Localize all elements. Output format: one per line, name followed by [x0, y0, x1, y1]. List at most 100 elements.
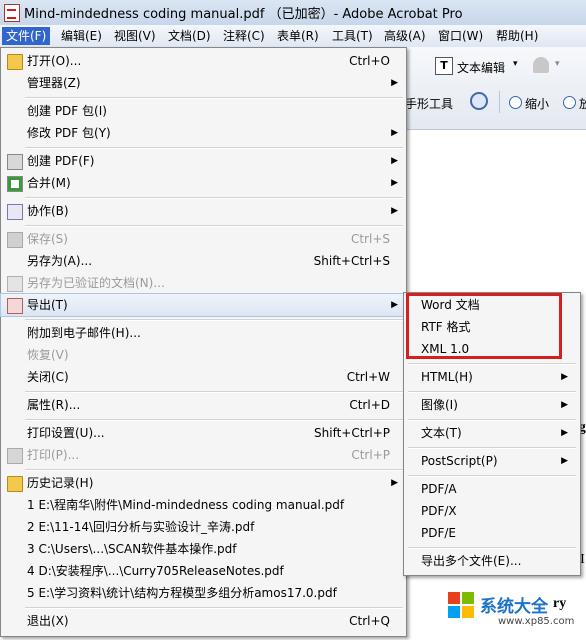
submenu-arrow-icon: ▶ — [561, 456, 568, 466]
submenu-arrow-icon: ▶ — [391, 206, 398, 216]
menu-item-label: 5 E:\学习资料\统计\结构方程模型多组分析amos17.0.pdf — [27, 586, 337, 600]
menu-item-label: 附加到电子邮件(H)... — [27, 326, 141, 340]
menu-item-label: PDF/E — [421, 526, 457, 540]
print-icon — [7, 448, 23, 464]
menu-separator — [408, 391, 576, 393]
chevron-down-icon[interactable]: ▾ — [555, 59, 560, 69]
text-edit-icon[interactable]: T — [435, 57, 453, 75]
menu-item-label: 协作(B) — [27, 204, 69, 218]
submenu-arrow-icon: ▶ — [561, 428, 568, 438]
menu-item-label: 文本(T) — [421, 426, 462, 440]
shortcut-label: Ctrl+P — [351, 448, 390, 462]
menu-item-label: 退出(X) — [27, 614, 69, 628]
menu-item-close[interactable]: 关闭(C) Ctrl+W — [1, 366, 406, 388]
menu-item-create-pdf-package[interactable]: 创建 PDF 包(I) — [1, 100, 406, 122]
highlight-annotation-box — [406, 293, 562, 359]
recent-file-item[interactable]: 3 C:\Users\...\SCAN软件基本操作.pdf — [1, 538, 406, 560]
menu-item-label: 打印(P)... — [27, 448, 80, 462]
shortcut-label: Ctrl+O — [349, 54, 390, 68]
export-pdfa[interactable]: PDF/A — [404, 478, 580, 500]
menu-separator — [25, 197, 403, 199]
menu-separator — [408, 547, 576, 549]
menu-separator — [408, 475, 576, 477]
collaborate-icon — [7, 204, 23, 220]
menu-item-label: 导出多个文件(E)... — [421, 554, 522, 568]
menu-item-export[interactable]: 导出(T) ▶ — [0, 293, 407, 317]
menu-item-history[interactable]: 历史记录(H) ▶ — [1, 472, 406, 494]
menu-item-label: 4 D:\安装程序\...\Curry705ReleaseNotes.pdf — [27, 564, 284, 578]
menu-view[interactable]: 视图(V) — [110, 27, 160, 45]
recent-file-item[interactable]: 4 D:\安装程序\...\Curry705ReleaseNotes.pdf — [1, 560, 406, 582]
menu-item-combine[interactable]: 合并(M) ▶ — [1, 172, 406, 194]
zoom-in-button[interactable]: 放 — [579, 95, 586, 112]
menu-item-print[interactable]: 打印(P)... Ctrl+P — [1, 444, 406, 466]
recent-file-item[interactable]: 5 E:\学习资料\统计\结构方程模型多组分析amos17.0.pdf — [1, 582, 406, 604]
menu-item-save-as[interactable]: 另存为(A)... Shift+Ctrl+S — [1, 250, 406, 272]
menu-item-label: 管理器(Z) — [27, 76, 81, 90]
menu-item-label: 属性(R)... — [27, 398, 81, 412]
menu-item-save-as-certified[interactable]: 另存为已验证的文档(N)... — [1, 272, 406, 294]
menu-item-open[interactable]: 打开(O)... Ctrl+O — [1, 50, 406, 72]
menu-edit[interactable]: 编辑(E) — [57, 27, 106, 45]
menu-item-save[interactable]: 保存(S) Ctrl+S — [1, 228, 406, 250]
menu-item-label: 创建 PDF(F) — [27, 154, 95, 168]
menu-item-label: PDF/A — [421, 482, 457, 496]
menu-item-label: 另存为已验证的文档(N)... — [27, 276, 165, 290]
menu-comments[interactable]: 注释(C) — [219, 27, 269, 45]
menu-separator — [25, 225, 403, 227]
menu-item-collaborate[interactable]: 协作(B) ▶ — [1, 200, 406, 222]
submenu-arrow-icon: ▶ — [391, 178, 398, 188]
zoom-in-icon[interactable] — [563, 96, 576, 109]
menu-item-create-pdf[interactable]: 创建 PDF(F) ▶ — [1, 150, 406, 172]
export-html[interactable]: HTML(H) ▶ — [404, 366, 580, 388]
menu-item-modify-pdf-package[interactable]: 修改 PDF 包(Y) ▶ — [1, 122, 406, 144]
chevron-down-icon[interactable]: ▾ — [513, 59, 518, 69]
menu-item-label: PDF/X — [421, 504, 457, 518]
zoom-out-icon[interactable] — [509, 96, 522, 109]
certified-icon — [7, 276, 23, 292]
windows-logo-icon — [448, 592, 460, 604]
menu-advanced[interactable]: 高级(A) — [380, 27, 430, 45]
menu-separator — [25, 419, 403, 421]
menu-item-attach-email[interactable]: 附加到电子邮件(H)... — [1, 322, 406, 344]
menu-tools[interactable]: 工具(T) — [328, 27, 377, 45]
title-bar: Mind-mindedness coding manual.pdf （已加密）-… — [0, 0, 586, 26]
recent-file-item[interactable]: 1 E:\程南华\附件\Mind-mindedness coding manua… — [1, 494, 406, 516]
submenu-arrow-icon: ▶ — [391, 78, 398, 88]
menu-window[interactable]: 窗口(W) — [434, 27, 487, 45]
submenu-arrow-icon: ▶ — [561, 400, 568, 410]
windows-logo-icon — [462, 592, 474, 604]
menu-item-revert[interactable]: 恢复(V) — [1, 344, 406, 366]
export-text[interactable]: 文本(T) ▶ — [404, 422, 580, 444]
menu-item-properties[interactable]: 属性(R)... Ctrl+D — [1, 394, 406, 416]
menu-document[interactable]: 文档(D) — [164, 27, 215, 45]
menu-bar: 文件(F) 编辑(E) 视图(V) 文档(D) 注释(C) 表单(R) 工具(T… — [0, 25, 586, 48]
create-pdf-icon — [7, 154, 23, 170]
export-image[interactable]: 图像(I) ▶ — [404, 394, 580, 416]
menu-item-exit[interactable]: 退出(X) Ctrl+Q — [1, 610, 406, 632]
export-pdfx[interactable]: PDF/X — [404, 500, 580, 522]
menu-help[interactable]: 帮助(H) — [492, 27, 542, 45]
menu-item-print-setup[interactable]: 打印设置(U)... Shift+Ctrl+P — [1, 422, 406, 444]
menu-item-label: 关闭(C) — [27, 370, 69, 384]
export-multiple-files[interactable]: 导出多个文件(E)... — [404, 550, 580, 572]
hand-tool-button[interactable]: 手形工具 — [405, 95, 453, 112]
recent-file-item[interactable]: 2 E:\11-14\回归分析与实验设计_辛涛.pdf — [1, 516, 406, 538]
zoom-tool-icon[interactable] — [470, 92, 488, 110]
submenu-arrow-icon: ▶ — [391, 478, 398, 488]
zoom-out-button[interactable]: 缩小 — [525, 95, 549, 112]
export-postscript[interactable]: PostScript(P) ▶ — [404, 450, 580, 472]
windows-logo-icon — [448, 606, 460, 618]
export-pdfe[interactable]: PDF/E — [404, 522, 580, 544]
menu-separator — [408, 419, 576, 421]
shortcut-label: Shift+Ctrl+S — [313, 254, 390, 268]
shortcut-label: Shift+Ctrl+P — [314, 426, 390, 440]
stamp-icon[interactable] — [533, 57, 549, 73]
menu-forms[interactable]: 表单(R) — [273, 27, 323, 45]
menu-separator — [25, 319, 403, 321]
menu-item-organizer[interactable]: 管理器(Z) ▶ — [1, 72, 406, 94]
menu-separator — [25, 469, 403, 471]
menu-item-label: 修改 PDF 包(Y) — [27, 126, 111, 140]
text-edit-button[interactable]: 文本编辑 — [457, 59, 505, 76]
menu-file[interactable]: 文件(F) — [2, 27, 51, 45]
